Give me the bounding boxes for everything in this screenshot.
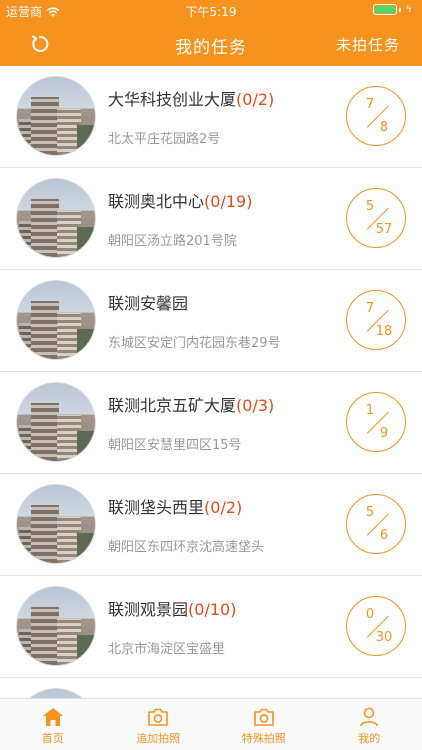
task-count: (0/10) (188, 600, 237, 619)
ratio-numerator: 0 (365, 607, 375, 622)
navbar: 我的任务 未拍任务 (0, 22, 422, 66)
home-icon (42, 708, 63, 726)
task-item[interactable]: 联测垡头西里(0/2) 朝阳区东四环京沈高速垡头 5 6 (0, 474, 422, 576)
ratio-denominator: 18 (375, 324, 393, 339)
status-time: 下午5:19 (185, 5, 237, 19)
tab-label: 特殊拍照 (241, 732, 286, 745)
tab-add-photo[interactable]: 追加拍照 (106, 699, 212, 750)
ratio-denominator: 6 (379, 528, 389, 543)
task-address: 朝阳区东四环京沈高速垡头 (108, 540, 265, 555)
task-count: (0/19) (204, 192, 253, 211)
task-item[interactable]: 联测北京五矿大厦(0/3) 朝阳区安慧里四区15号 1 9 (0, 372, 422, 474)
task-item[interactable]: 联测安馨园 东城区安定门内花园东巷29号 7 18 (0, 270, 422, 372)
tab-label: 首页 (41, 732, 64, 745)
battery-icon (373, 4, 398, 15)
ratio-denominator: 57 (375, 222, 393, 237)
progress-ratio[interactable]: 7 8 (346, 86, 406, 146)
charging-icon: ϟ (405, 4, 412, 15)
task-address: 朝阳区汤立路201号院 (108, 234, 237, 249)
task-name: 联测北京五矿大厦(0/3) (108, 396, 275, 415)
task-count: (0/3) (236, 396, 275, 415)
task-address: 东城区安定门内花园东巷29号 (108, 336, 281, 351)
tab-label: 我的 (358, 732, 381, 745)
ratio-denominator: 8 (379, 120, 389, 135)
ratio-denominator: 9 (379, 426, 389, 441)
task-name: 联测观景园(0/10) (108, 600, 237, 619)
progress-ratio[interactable]: 5 6 (346, 494, 406, 554)
camera-icon (253, 708, 274, 726)
task-item[interactable]: 联测奥北中心(0/19) 朝阳区汤立路201号院 5 57 (0, 168, 422, 270)
ratio-numerator: 5 (365, 505, 375, 520)
tab-label: 追加拍照 (136, 732, 181, 745)
task-item-partial[interactable] (0, 678, 422, 698)
building-photo (16, 280, 96, 360)
progress-ratio[interactable]: 7 18 (346, 290, 406, 350)
task-address: 北京市海淀区宝盛里 (108, 642, 226, 657)
task-count: (0/2) (236, 90, 275, 109)
progress-ratio[interactable]: 0 30 (346, 596, 406, 656)
tab-special-photo[interactable]: 特殊拍照 (211, 699, 317, 750)
task-name: 联测垡头西里(0/2) (108, 498, 243, 517)
camera-icon (148, 708, 169, 726)
status-bar: 运营商 下午5:19 ϟ (0, 0, 422, 22)
progress-ratio[interactable]: 1 9 (346, 392, 406, 452)
building-photo (16, 76, 96, 156)
tab-home[interactable]: 首页 (0, 699, 106, 750)
untaken-tasks-button[interactable]: 未拍任务 (336, 34, 400, 55)
ratio-numerator: 5 (365, 199, 375, 214)
building-photo (16, 382, 96, 462)
task-name: 大华科技创业大厦(0/2) (108, 90, 275, 109)
header: 运营商 下午5:19 ϟ 我的任务 未拍任务 (0, 0, 422, 66)
task-item[interactable]: 大华科技创业大厦(0/2) 北太平庄花园路2号 7 8 (0, 66, 422, 168)
building-photo (16, 586, 96, 666)
building-photo (16, 688, 96, 698)
ratio-numerator: 7 (365, 301, 375, 316)
task-item[interactable]: 联测观景园(0/10) 北京市海淀区宝盛里 0 30 (0, 576, 422, 678)
ratio-numerator: 7 (365, 97, 375, 112)
task-list: 大华科技创业大厦(0/2) 北太平庄花园路2号 7 8 联测奥北中心(0/19)… (0, 66, 422, 698)
tab-bar: 首页 追加拍照 特殊拍照 我的 (0, 698, 422, 750)
task-address: 北太平庄花园路2号 (108, 132, 221, 147)
ratio-numerator: 1 (365, 403, 375, 418)
progress-ratio[interactable]: 5 57 (346, 188, 406, 248)
ratio-denominator: 30 (375, 630, 393, 645)
building-photo (16, 178, 96, 258)
tab-profile[interactable]: 我的 (317, 699, 422, 750)
task-count: (0/2) (204, 498, 243, 517)
task-name: 联测安馨园 (108, 294, 189, 313)
person-icon (360, 707, 379, 727)
battery-indicator: ϟ (373, 4, 412, 15)
task-name: 联测奥北中心(0/19) (108, 192, 253, 211)
building-photo (16, 484, 96, 564)
task-address: 朝阳区安慧里四区15号 (108, 438, 242, 453)
